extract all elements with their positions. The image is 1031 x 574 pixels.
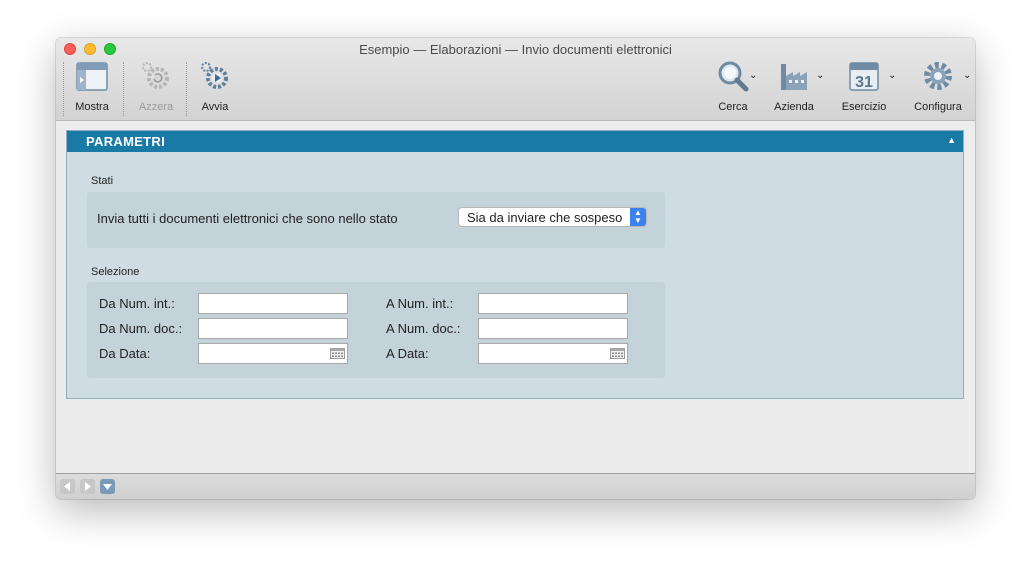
azienda-button[interactable]: Azienda <box>772 60 816 113</box>
mostra-button[interactable]: Mostra <box>70 60 114 113</box>
calendar-icon[interactable] <box>330 348 345 359</box>
a-num-int-label: A Num. int.: <box>386 296 454 311</box>
configura-chevron-icon[interactable]: ⌄ <box>963 70 971 81</box>
avvia-label: Avvia <box>201 101 229 113</box>
avvia-button[interactable]: Avvia <box>193 60 237 113</box>
azienda-chevron-icon[interactable]: ⌄ <box>816 70 824 81</box>
a-data-field[interactable] <box>478 343 628 364</box>
stato-select-value: Sia da inviare che sospeso <box>467 210 623 225</box>
da-data-field[interactable] <box>198 343 348 364</box>
stati-text: Invia tutti i documenti elettronici che … <box>97 211 398 226</box>
bottom-bar <box>56 473 975 499</box>
window-title: Esempio — Elaborazioni — Invio documenti… <box>359 42 672 57</box>
azzera-icon <box>142 62 169 89</box>
configura-label: Configura <box>914 101 962 113</box>
nav-forward-button[interactable] <box>80 479 95 494</box>
nav-down-button[interactable] <box>100 479 115 494</box>
a-data-input[interactable] <box>479 344 627 363</box>
da-num-doc-field[interactable] <box>198 318 348 339</box>
panel-header[interactable]: PARAMETRI ▲ <box>67 131 963 152</box>
da-num-int-field[interactable] <box>198 293 348 314</box>
nav-back-icon <box>64 482 70 491</box>
esercizio-chevron-icon[interactable]: ⌄ <box>888 70 896 81</box>
a-num-doc-field[interactable] <box>478 318 628 339</box>
configura-button[interactable]: Configura <box>912 60 964 113</box>
collapse-icon[interactable]: ▲ <box>947 135 956 145</box>
azzera-button[interactable]: Azzera <box>134 60 178 113</box>
app-window: Esempio — Elaborazioni — Invio documenti… <box>56 38 975 499</box>
azienda-icon <box>781 64 807 90</box>
azienda-label: Azienda <box>774 101 814 113</box>
a-num-doc-label: A Num. doc.: <box>386 321 461 336</box>
a-num-int-input[interactable] <box>479 294 627 313</box>
calendar-icon[interactable] <box>610 348 625 359</box>
stato-select[interactable]: Sia da inviare che sospeso ▲ ▼ <box>458 207 647 227</box>
da-num-doc-input[interactable] <box>199 319 347 338</box>
toolbar-separator <box>63 62 64 116</box>
toolbar-separator <box>123 62 124 116</box>
stati-label: Stati <box>91 175 114 187</box>
mostra-icon <box>76 62 108 91</box>
title-bar: Esempio — Elaborazioni — Invio documenti… <box>56 38 975 121</box>
chevron-updown-icon: ▲ ▼ <box>630 208 646 226</box>
stati-group: Invia tutti i documenti elettronici che … <box>87 192 665 248</box>
a-num-int-field[interactable] <box>478 293 628 314</box>
cerca-chevron-icon[interactable]: ⌄ <box>749 70 757 81</box>
nav-down-icon <box>103 484 112 490</box>
da-num-int-label: Da Num. int.: <box>99 296 175 311</box>
da-data-input[interactable] <box>199 344 347 363</box>
da-num-doc-label: Da Num. doc.: <box>99 321 183 336</box>
toolbar-separator <box>186 62 187 116</box>
da-data-label: Da Data: <box>99 346 151 361</box>
a-data-label: A Data: <box>386 346 429 361</box>
panel-title: PARAMETRI <box>86 134 166 149</box>
azzera-label: Azzera <box>138 101 174 113</box>
a-num-doc-input[interactable] <box>479 319 627 338</box>
esercizio-button[interactable]: 31 Esercizio <box>839 60 889 113</box>
nav-back-button[interactable] <box>60 479 75 494</box>
mostra-label: Mostra <box>75 101 109 113</box>
nav-forward-icon <box>85 482 91 491</box>
selezione-group: Da Num. int.: A Num. int.: Da Num. doc.:… <box>87 282 665 378</box>
cerca-label: Cerca <box>718 101 748 113</box>
da-num-int-input[interactable] <box>199 294 347 313</box>
esercizio-icon: 31 <box>849 62 879 91</box>
esercizio-day: 31 <box>855 74 873 91</box>
cerca-icon <box>718 61 749 92</box>
parametri-panel: PARAMETRI ▲ Stati Invia tutti i document… <box>66 130 964 399</box>
content-area: PARAMETRI ▲ Stati Invia tutti i document… <box>56 121 975 473</box>
configura-icon <box>924 62 952 90</box>
avvia-icon <box>201 62 228 89</box>
esercizio-label: Esercizio <box>841 101 887 113</box>
selezione-label: Selezione <box>91 266 140 278</box>
